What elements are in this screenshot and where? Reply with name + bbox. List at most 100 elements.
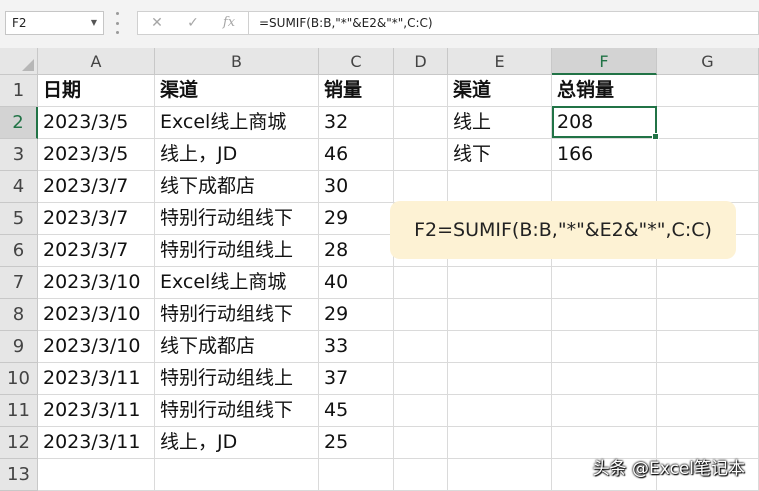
- cell-e4[interactable]: [448, 171, 552, 203]
- cell-c13[interactable]: [319, 459, 394, 491]
- insert-function-icon[interactable]: fx: [218, 12, 240, 34]
- cell-f10[interactable]: [552, 363, 657, 395]
- cell-g10[interactable]: [657, 363, 759, 395]
- cell-d4[interactable]: [394, 171, 448, 203]
- cell-a8[interactable]: 2023/3/10: [38, 299, 155, 331]
- cell-e1[interactable]: 渠道: [448, 75, 552, 107]
- cell-e12[interactable]: [448, 427, 552, 459]
- cell-g3[interactable]: [657, 139, 759, 171]
- row-header-9[interactable]: 9: [0, 331, 38, 363]
- name-box-dropdown-icon[interactable]: ▼: [91, 12, 97, 34]
- cell-e9[interactable]: [448, 331, 552, 363]
- row-header-1[interactable]: 1: [0, 75, 38, 107]
- cell-d13[interactable]: [394, 459, 448, 491]
- cell-e3[interactable]: 线下: [448, 139, 552, 171]
- cell-a5[interactable]: 2023/3/7: [38, 203, 155, 235]
- cell-e10[interactable]: [448, 363, 552, 395]
- cell-c1[interactable]: 销量: [319, 75, 394, 107]
- cell-a13[interactable]: [38, 459, 155, 491]
- cell-c3[interactable]: 46: [319, 139, 394, 171]
- row-header-2[interactable]: 2: [0, 107, 38, 139]
- cell-e8[interactable]: [448, 299, 552, 331]
- cell-b8[interactable]: 特别行动组线下: [155, 299, 319, 331]
- cell-b2[interactable]: Excel线上商城: [155, 107, 319, 139]
- column-header-a[interactable]: A: [38, 48, 155, 75]
- cell-a1[interactable]: 日期: [38, 75, 155, 107]
- cell-d3[interactable]: [394, 139, 448, 171]
- cell-b6[interactable]: 特别行动组线上: [155, 235, 319, 267]
- enter-icon[interactable]: ✓: [182, 12, 204, 34]
- cell-f8[interactable]: [552, 299, 657, 331]
- cell-c5[interactable]: 29: [319, 203, 394, 235]
- cell-c10[interactable]: 37: [319, 363, 394, 395]
- cell-d7[interactable]: [394, 267, 448, 299]
- cell-d11[interactable]: [394, 395, 448, 427]
- cancel-icon[interactable]: ✕: [146, 12, 168, 34]
- row-header-13[interactable]: 13: [0, 459, 38, 491]
- cell-a6[interactable]: 2023/3/7: [38, 235, 155, 267]
- cell-f2[interactable]: 208: [552, 107, 657, 139]
- row-header-5[interactable]: 5: [0, 203, 38, 235]
- cell-b10[interactable]: 特别行动组线上: [155, 363, 319, 395]
- cell-b5[interactable]: 特别行动组线下: [155, 203, 319, 235]
- cell-c12[interactable]: 25: [319, 427, 394, 459]
- cell-a11[interactable]: 2023/3/11: [38, 395, 155, 427]
- cell-f3[interactable]: 166: [552, 139, 657, 171]
- row-header-10[interactable]: 10: [0, 363, 38, 395]
- column-header-f[interactable]: F: [552, 48, 657, 75]
- cell-e11[interactable]: [448, 395, 552, 427]
- cell-a3[interactable]: 2023/3/5: [38, 139, 155, 171]
- cell-a2[interactable]: 2023/3/5: [38, 107, 155, 139]
- row-header-12[interactable]: 12: [0, 427, 38, 459]
- cell-b9[interactable]: 线下成都店: [155, 331, 319, 363]
- row-header-3[interactable]: 3: [0, 139, 38, 171]
- cell-f11[interactable]: [552, 395, 657, 427]
- cell-f1[interactable]: 总销量: [552, 75, 657, 107]
- cell-a12[interactable]: 2023/3/11: [38, 427, 155, 459]
- column-header-c[interactable]: C: [319, 48, 394, 75]
- cell-g2[interactable]: [657, 107, 759, 139]
- cell-d1[interactable]: [394, 75, 448, 107]
- cell-a4[interactable]: 2023/3/7: [38, 171, 155, 203]
- cell-f4[interactable]: [552, 171, 657, 203]
- row-header-4[interactable]: 4: [0, 171, 38, 203]
- cell-d2[interactable]: [394, 107, 448, 139]
- row-header-11[interactable]: 11: [0, 395, 38, 427]
- cell-b13[interactable]: [155, 459, 319, 491]
- formula-bar-grip-icon[interactable]: [116, 12, 120, 34]
- column-header-g[interactable]: G: [657, 48, 759, 75]
- cell-d10[interactable]: [394, 363, 448, 395]
- cell-c2[interactable]: 32: [319, 107, 394, 139]
- cell-c8[interactable]: 29: [319, 299, 394, 331]
- cell-b4[interactable]: 线下成都店: [155, 171, 319, 203]
- cell-a10[interactable]: 2023/3/11: [38, 363, 155, 395]
- cell-b3[interactable]: 线上，JD: [155, 139, 319, 171]
- cell-c7[interactable]: 40: [319, 267, 394, 299]
- cell-c11[interactable]: 45: [319, 395, 394, 427]
- name-box[interactable]: F2 ▼: [5, 11, 104, 35]
- column-header-b[interactable]: B: [155, 48, 319, 75]
- row-header-7[interactable]: 7: [0, 267, 38, 299]
- cell-d12[interactable]: [394, 427, 448, 459]
- cell-e2[interactable]: 线上: [448, 107, 552, 139]
- cell-a7[interactable]: 2023/3/10: [38, 267, 155, 299]
- cell-d8[interactable]: [394, 299, 448, 331]
- column-header-d[interactable]: D: [394, 48, 448, 75]
- column-header-e[interactable]: E: [448, 48, 552, 75]
- cell-f9[interactable]: [552, 331, 657, 363]
- cell-g8[interactable]: [657, 299, 759, 331]
- formula-input[interactable]: =SUMIF(B:B,"*"&E2&"*",C:C): [249, 11, 759, 35]
- cell-b1[interactable]: 渠道: [155, 75, 319, 107]
- cell-d9[interactable]: [394, 331, 448, 363]
- cell-e13[interactable]: [448, 459, 552, 491]
- row-header-6[interactable]: 6: [0, 235, 38, 267]
- cell-g4[interactable]: [657, 171, 759, 203]
- cell-g11[interactable]: [657, 395, 759, 427]
- cell-g9[interactable]: [657, 331, 759, 363]
- cell-b11[interactable]: 特别行动组线下: [155, 395, 319, 427]
- cell-g1[interactable]: [657, 75, 759, 107]
- cell-c6[interactable]: 28: [319, 235, 394, 267]
- cell-b7[interactable]: Excel线上商城: [155, 267, 319, 299]
- row-header-8[interactable]: 8: [0, 299, 38, 331]
- cell-a9[interactable]: 2023/3/10: [38, 331, 155, 363]
